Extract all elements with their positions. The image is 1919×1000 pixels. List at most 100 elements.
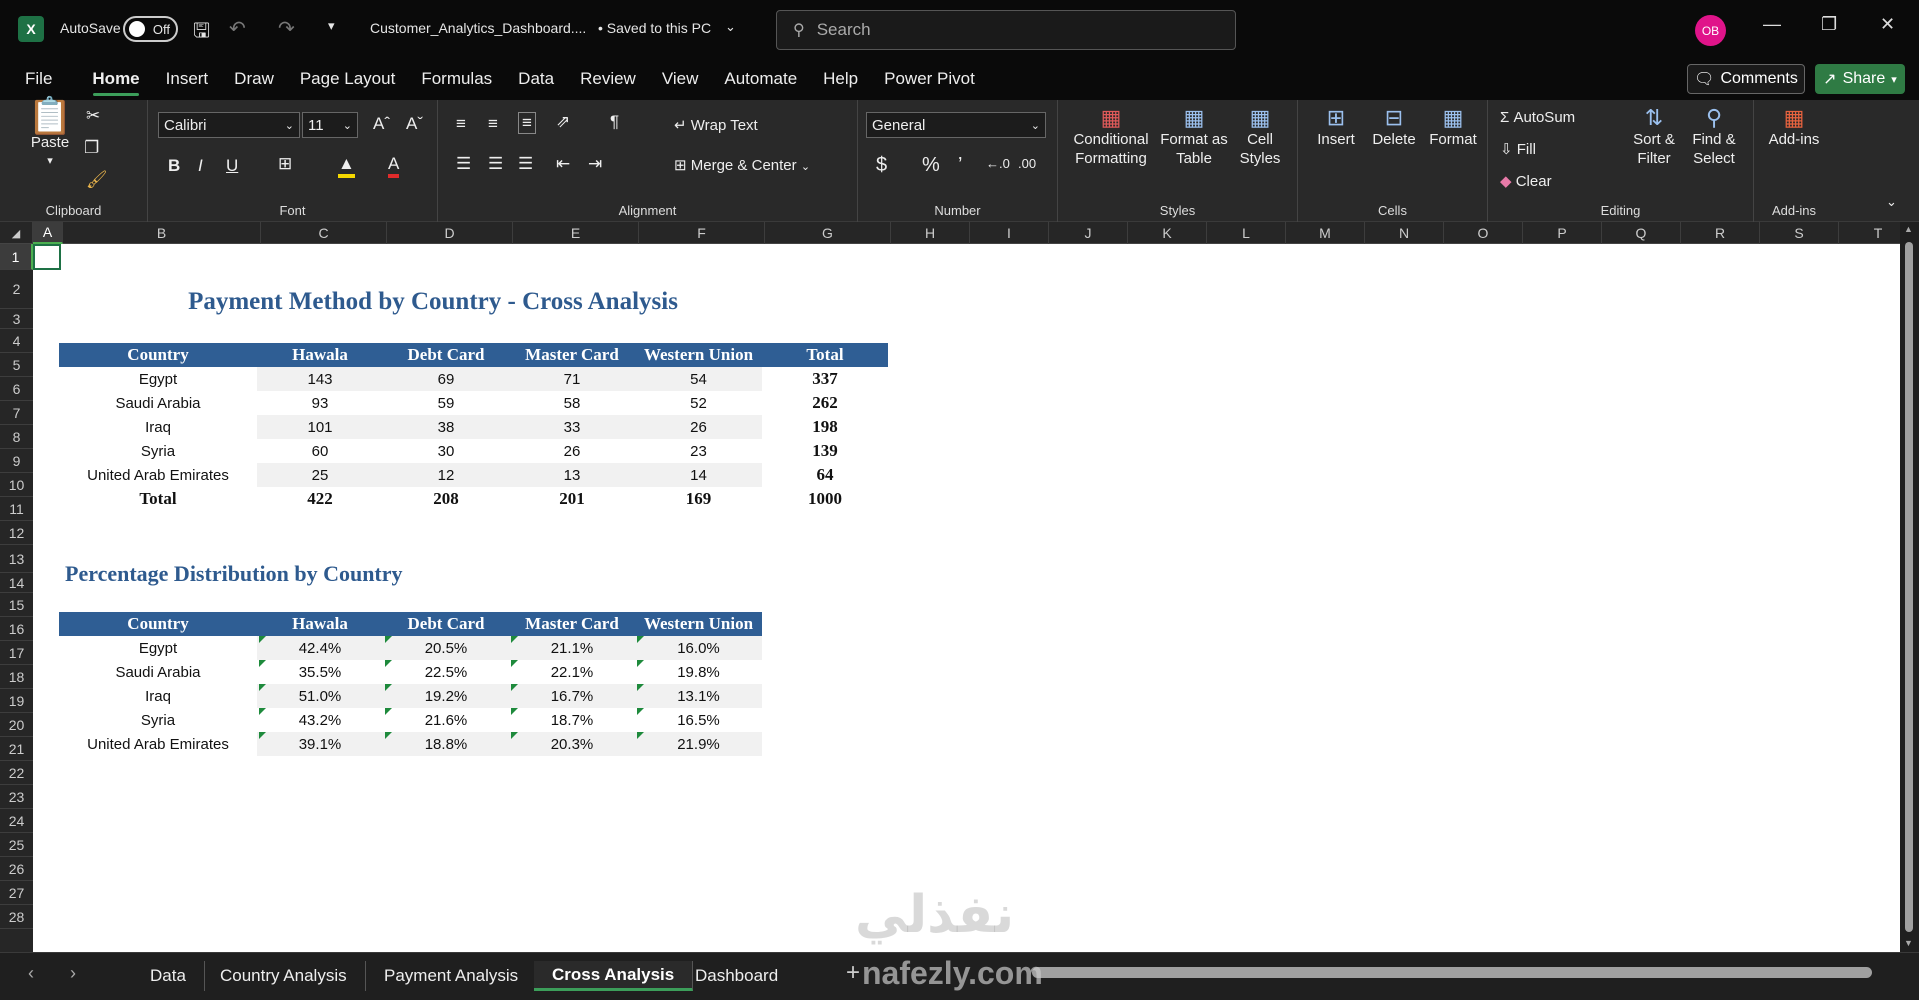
scroll-tabs-right-icon[interactable]: › <box>70 963 76 984</box>
format-cells-button[interactable]: ▦ Format <box>1424 107 1482 149</box>
table2-cell[interactable]: Saudi Arabia <box>59 660 257 684</box>
cut-icon[interactable]: ✂ <box>86 106 100 126</box>
menu-home[interactable]: Home <box>79 58 152 100</box>
customize-qat-icon[interactable]: ▾ <box>328 18 335 34</box>
table2-cell[interactable]: United Arab Emirates <box>59 732 257 756</box>
font-size-select[interactable]: 11 ⌄ <box>302 112 358 138</box>
search-box[interactable]: ⚲ Search <box>776 10 1236 50</box>
row-header[interactable]: 22 <box>0 761 33 785</box>
row-header[interactable]: 6 <box>0 377 33 401</box>
row-header[interactable]: 19 <box>0 689 33 713</box>
table1-cell[interactable]: 25 <box>257 463 383 487</box>
column-header[interactable]: L <box>1207 222 1286 244</box>
column-header[interactable]: B <box>63 222 261 244</box>
menu-page-layout[interactable]: Page Layout <box>287 58 408 100</box>
table1-cell[interactable]: 14 <box>635 463 762 487</box>
clear-button[interactable]: ◆ Clear <box>1500 172 1552 191</box>
table1-total-cell[interactable]: 1000 <box>762 487 888 511</box>
delete-cells-button[interactable]: ⊟ Delete <box>1366 107 1422 149</box>
row-header[interactable]: 26 <box>0 857 33 881</box>
table2-cell[interactable]: 43.2% <box>257 708 383 732</box>
vertical-scrollbar[interactable]: ▲ ▼ <box>1900 222 1919 952</box>
comments-button[interactable]: 🗨 Comments <box>1687 64 1805 94</box>
worksheet[interactable]: Payment Method by Country - Cross Analys… <box>33 244 1900 952</box>
error-indicator-icon[interactable] <box>637 660 644 667</box>
wrap-text-button[interactable]: ↵ Wrap Text <box>674 116 758 135</box>
row-header[interactable]: 4 <box>0 329 33 353</box>
column-header[interactable]: E <box>513 222 639 244</box>
align-right-icon[interactable]: ☰ <box>518 154 533 174</box>
scroll-down-icon[interactable]: ▼ <box>1904 938 1913 948</box>
table1-total-cell[interactable]: 208 <box>383 487 509 511</box>
table1-cell[interactable]: 26 <box>509 439 635 463</box>
select-all-corner[interactable]: ◢ <box>0 222 33 244</box>
row-header[interactable]: 9 <box>0 449 33 473</box>
text-direction-icon[interactable]: ¶ <box>610 112 619 132</box>
row-header[interactable]: 21 <box>0 737 33 761</box>
error-indicator-icon[interactable] <box>259 708 266 715</box>
vertical-scroll-thumb[interactable] <box>1905 242 1913 932</box>
error-indicator-icon[interactable] <box>385 660 392 667</box>
sort-filter-button[interactable]: ⇅ Sort & Filter <box>1626 107 1682 168</box>
table2-cell[interactable]: 16.5% <box>635 708 762 732</box>
fill-button[interactable]: ⇩ Fill <box>1500 140 1536 159</box>
undo-icon[interactable]: ↶ <box>229 16 246 41</box>
scroll-up-icon[interactable]: ▲ <box>1904 224 1913 234</box>
row-header[interactable]: 13 <box>0 545 33 573</box>
menu-power-pivot[interactable]: Power Pivot <box>871 58 988 100</box>
orientation-icon[interactable]: ⇗ <box>556 112 570 132</box>
italic-icon[interactable]: I <box>198 156 203 176</box>
cell-styles-button[interactable]: ▦ Cell Styles <box>1232 107 1288 168</box>
table2-cell[interactable]: 18.7% <box>509 708 635 732</box>
borders-icon[interactable]: ⊞ <box>278 154 292 174</box>
table2-cell[interactable]: 13.1% <box>635 684 762 708</box>
column-header[interactable]: I <box>970 222 1049 244</box>
row-header[interactable]: 2 <box>0 270 33 309</box>
error-indicator-icon[interactable] <box>637 732 644 739</box>
table2-cell[interactable]: Egypt <box>59 636 257 660</box>
row-header[interactable]: 18 <box>0 665 33 689</box>
bold-icon[interactable]: B <box>168 156 180 176</box>
column-header[interactable]: C <box>261 222 387 244</box>
table1-cell[interactable]: 30 <box>383 439 509 463</box>
align-top-icon[interactable]: ≡ <box>456 114 466 134</box>
error-indicator-icon[interactable] <box>385 708 392 715</box>
table2-cell[interactable]: 20.5% <box>383 636 509 660</box>
menu-insert[interactable]: Insert <box>153 58 222 100</box>
error-indicator-icon[interactable] <box>511 636 518 643</box>
column-header[interactable]: A <box>33 222 63 244</box>
error-indicator-icon[interactable] <box>637 636 644 643</box>
fill-color-icon[interactable]: ▲ <box>338 154 355 178</box>
sheet-tab-data[interactable]: Data <box>132 961 205 991</box>
error-indicator-icon[interactable] <box>511 684 518 691</box>
row-header[interactable]: 14 <box>0 573 33 593</box>
font-color-icon[interactable]: A <box>388 154 400 178</box>
table2-cell[interactable]: 20.3% <box>509 732 635 756</box>
row-header[interactable]: 12 <box>0 521 33 545</box>
row-header[interactable]: 15 <box>0 593 33 617</box>
format-painter-icon[interactable]: 🖌 <box>86 170 108 190</box>
table2-cell[interactable]: 16.0% <box>635 636 762 660</box>
error-indicator-icon[interactable] <box>259 660 266 667</box>
error-indicator-icon[interactable] <box>385 636 392 643</box>
menu-review[interactable]: Review <box>567 58 649 100</box>
restore-icon[interactable]: ❐ <box>1821 14 1837 35</box>
table2-cell[interactable]: 21.9% <box>635 732 762 756</box>
chevron-down-icon[interactable]: ⌄ <box>725 19 736 35</box>
table2-cell[interactable]: 39.1% <box>257 732 383 756</box>
error-indicator-icon[interactable] <box>511 660 518 667</box>
conditional-formatting-button[interactable]: ▦ Conditional Formatting <box>1066 107 1156 168</box>
table2-cell[interactable]: 22.5% <box>383 660 509 684</box>
table2-cell[interactable]: 22.1% <box>509 660 635 684</box>
merge-center-button[interactable]: ⊞ Merge & Center ⌄ <box>674 156 810 177</box>
table1-total-cell[interactable]: Total <box>59 487 257 511</box>
table1-cell[interactable]: 71 <box>509 367 635 391</box>
column-header[interactable]: D <box>387 222 513 244</box>
error-indicator-icon[interactable] <box>637 708 644 715</box>
table1-cell[interactable]: 69 <box>383 367 509 391</box>
row-header[interactable]: 20 <box>0 713 33 737</box>
table2-cell[interactable]: 51.0% <box>257 684 383 708</box>
table1-cell[interactable]: Egypt <box>59 367 257 391</box>
increase-indent-icon[interactable]: ⇥ <box>588 154 602 174</box>
table1-cell[interactable]: 60 <box>257 439 383 463</box>
